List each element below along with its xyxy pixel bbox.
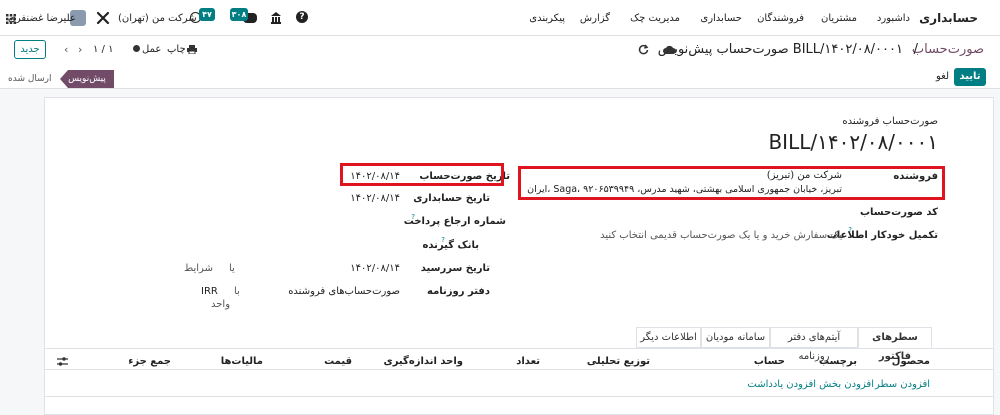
gear-icon[interactable] — [133, 45, 140, 52]
breadcrumb-current: صورت‌حساب پیش‌نویس BILL/۱۴۰۲/۰۸/۰۰۰۱ — [657, 42, 903, 57]
in-label: با — [234, 286, 240, 297]
journal-label: دفتر روزنامه — [427, 286, 490, 297]
recipient-bank-help-icon[interactable]: ? — [441, 236, 445, 244]
discard-icon[interactable] — [638, 44, 649, 55]
menu-customers[interactable]: مشتریان — [821, 13, 857, 24]
optional-columns-icon[interactable] — [57, 357, 68, 366]
tab-invoice-lines[interactable]: سطرهای فاکتور — [858, 327, 932, 362]
menu-reports[interactable]: گزارش — [580, 13, 610, 24]
table-footer-divider — [45, 396, 993, 397]
menu-dashboard[interactable]: داشبورد — [877, 13, 910, 24]
bill-number: BILL/۱۴۰۲/۰۸/۰۰۰۱ — [768, 130, 938, 154]
accounting-date-input[interactable]: ۱۴۰۲/۰۸/۱۴ — [350, 193, 400, 204]
add-section-link[interactable]: افزودن بخش — [819, 379, 874, 390]
recipient-bank-label: بانک گیرنده — [422, 240, 479, 251]
column-label[interactable]: برچسب — [819, 356, 857, 367]
document-type: صورت‌حساب فروشنده — [842, 116, 938, 127]
add-line-link[interactable]: افزودن سطر — [875, 379, 930, 390]
journal-input[interactable]: صورت‌حساب‌های فروشنده — [288, 286, 400, 297]
activity-badge: ۳۰۸ — [230, 8, 248, 21]
tab-other-info[interactable]: اطلاعات دیگر — [636, 327, 701, 348]
column-analytic-distribution[interactable]: توزیع تحلیلی — [587, 356, 650, 367]
add-note-link[interactable]: افزودن یادداشت — [747, 379, 816, 390]
autofill-input[interactable]: یک سفارش خرید و یا یک صورت‌حساب قدیمی ان… — [600, 230, 842, 241]
due-date-input[interactable]: ۱۴۰۲/۰۸/۱۴ — [350, 263, 400, 274]
autofill-label: تکمیل خودکار اطلاعات — [826, 230, 938, 241]
new-button[interactable]: جدید — [14, 40, 46, 59]
vendor-reference-label: کد صورت‌حساب — [860, 207, 938, 218]
column-quantity[interactable]: تعداد — [516, 356, 540, 367]
menu-vendors[interactable]: فروشندگان — [757, 13, 804, 24]
confirm-button[interactable]: تایید — [954, 68, 986, 86]
pager-value[interactable]: ۱ / ۱ — [93, 44, 113, 55]
column-account[interactable]: حساب — [754, 356, 785, 367]
pager-next-icon[interactable]: › — [78, 43, 82, 56]
status-sent[interactable]: ارسال شده — [8, 70, 52, 88]
menu-accounting[interactable]: حسابداری — [700, 13, 742, 24]
status-bar: تایید لغو — [0, 64, 1000, 89]
breadcrumb-separator: / — [913, 42, 918, 57]
tab-journal-items[interactable]: آیتم‌های دفتر روزنامه — [770, 327, 858, 362]
cloud-upload-icon[interactable] — [663, 45, 676, 55]
user-name[interactable]: علیرضا غضنفری — [8, 13, 76, 24]
column-price[interactable]: قیمت — [324, 356, 352, 367]
top-navbar: حسابداری داشبورد مشتریان فروشندگان حسابد… — [0, 0, 1000, 36]
column-unit-of-measure[interactable]: واحد اندازه‌گیری — [384, 356, 463, 367]
tab-tax-system[interactable]: سامانه مودیان — [701, 327, 770, 348]
payment-reference-label: شماره ارجاع پرداخت — [403, 216, 506, 227]
or-label: یا — [229, 263, 235, 274]
print-menu-button[interactable]: چاپ — [167, 44, 186, 55]
bill-date-highlight-box — [340, 163, 504, 186]
column-taxes[interactable]: مالیات‌ها — [221, 356, 263, 367]
print-icon[interactable] — [187, 45, 197, 54]
company-switcher[interactable]: شرکت من (تهران) — [118, 13, 197, 24]
column-subtotal[interactable]: جمع جزء — [128, 356, 171, 367]
menu-configuration[interactable]: پیکربندی — [529, 13, 565, 24]
accounting-date-label: تاریخ حسابداری — [413, 193, 490, 204]
payment-reference-help-icon[interactable]: ? — [411, 213, 415, 221]
due-date-label: تاریخ سررسید — [420, 263, 490, 274]
building-icon[interactable] — [270, 11, 282, 24]
app-brand[interactable]: حسابداری — [919, 11, 978, 25]
action-menu-button[interactable]: عمل — [142, 44, 161, 55]
payment-terms-input[interactable]: شرایط — [184, 263, 213, 274]
status-draft[interactable]: پیش‌نویس — [60, 70, 114, 88]
column-product[interactable]: محصول — [892, 356, 930, 367]
vendor-highlight-box — [518, 166, 945, 200]
currency-unit-label: واحد — [211, 299, 231, 310]
currency-input[interactable]: IRR — [201, 286, 218, 297]
control-panel: صورت‌حساب / صورت‌حساب پیش‌نویس BILL/۱۴۰۲… — [0, 36, 1000, 64]
autofill-help-icon[interactable]: ? — [848, 226, 852, 234]
debug-tools-icon[interactable] — [96, 11, 110, 25]
cancel-button[interactable]: لغو — [936, 71, 949, 82]
pager-prev-icon[interactable]: ‹ — [64, 43, 68, 56]
menu-cheque-management[interactable]: مدیریت چک — [630, 13, 680, 24]
breadcrumb-parent[interactable]: صورت‌حساب — [912, 42, 984, 57]
help-icon[interactable]: ? — [296, 11, 308, 23]
timer-badge: ۴۷ — [199, 8, 215, 21]
